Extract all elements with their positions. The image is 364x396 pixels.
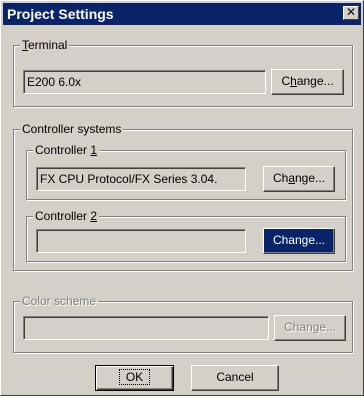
controller2-field: [36, 229, 246, 253]
controller1-change-button[interactable]: Change...: [263, 166, 335, 192]
terminal-group-label: Terminal: [20, 38, 70, 52]
color-scheme-change-button: Change...: [274, 315, 346, 341]
title-bar: Project Settings ✕: [3, 3, 361, 25]
controller-systems-label: Controller systems: [20, 122, 124, 136]
controller1-group: Controller 1 FX CPU Protocol/FX Series 3…: [26, 143, 346, 200]
controller1-field: FX CPU Protocol/FX Series 3.04.: [36, 167, 246, 191]
terminal-change-button[interactable]: Change...: [271, 69, 344, 95]
controller2-change-button[interactable]: Change...: [263, 228, 335, 254]
color-scheme-field: [23, 316, 269, 340]
terminal-field: E200 6.0x: [23, 70, 266, 94]
color-scheme-label: Color scheme: [20, 294, 99, 308]
terminal-group: Terminal E200 6.0x Change...: [13, 38, 353, 107]
color-scheme-group: Color scheme Change...: [13, 294, 353, 353]
controller-systems-group: Controller systems Controller 1 FX CPU P…: [13, 122, 353, 271]
cancel-button[interactable]: Cancel: [191, 365, 279, 391]
controller2-group: Controller 2 Change...: [26, 209, 346, 262]
controller1-label: Controller 1: [33, 143, 100, 157]
controller2-label: Controller 2: [33, 209, 100, 223]
project-settings-dialog: Project Settings ✕ Terminal E200 6.0x Ch…: [0, 0, 364, 396]
window-title: Project Settings: [7, 6, 114, 22]
close-icon[interactable]: ✕: [343, 6, 359, 20]
ok-button[interactable]: OK: [95, 365, 174, 391]
